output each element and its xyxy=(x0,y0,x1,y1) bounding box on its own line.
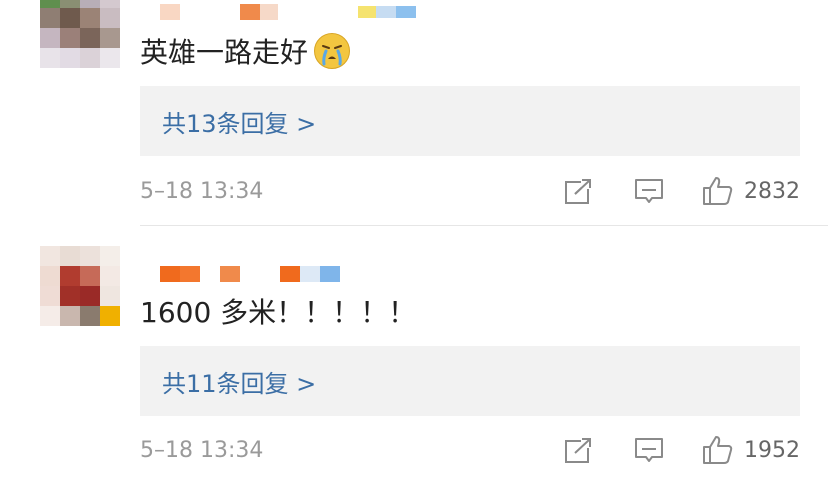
like-button[interactable]: 2832 xyxy=(702,176,800,206)
username-block xyxy=(180,266,200,282)
crying-face-emoji xyxy=(314,33,351,69)
view-replies-button[interactable]: 共11条回复 > xyxy=(140,346,800,416)
username-block xyxy=(376,6,396,18)
username-block xyxy=(160,4,180,20)
comment-timestamp: 5–18 13:34 xyxy=(140,437,264,463)
username-block xyxy=(396,6,416,18)
reply-button[interactable] xyxy=(634,436,664,464)
view-replies-button[interactable]: 共13条回复 > xyxy=(140,86,800,156)
username-block xyxy=(220,266,240,282)
username-block xyxy=(358,6,376,18)
share-icon xyxy=(565,436,594,463)
like-count: 1952 xyxy=(744,437,800,463)
comment-footer: 5–18 13:34 1952 xyxy=(140,434,800,466)
comment-text: 1600 多米！！！！！ xyxy=(140,296,417,329)
comment-actions: 1952 xyxy=(564,434,800,466)
username-block xyxy=(240,4,260,20)
username-blurred[interactable] xyxy=(160,4,416,20)
reply-button[interactable] xyxy=(634,177,664,205)
username-block xyxy=(260,4,278,20)
like-count: 2832 xyxy=(744,178,800,204)
avatar[interactable] xyxy=(40,0,120,68)
replies-count-link[interactable]: 共11条回复 > xyxy=(162,364,316,399)
avatar[interactable] xyxy=(40,246,120,326)
like-button[interactable]: 1952 xyxy=(702,435,800,465)
comment-icon xyxy=(635,438,663,462)
replies-count-link[interactable]: 共13条回复 > xyxy=(162,104,316,139)
comment-icon xyxy=(635,179,663,203)
share-icon xyxy=(565,177,594,204)
thumbs-up-icon xyxy=(703,436,733,464)
username-blurred[interactable] xyxy=(160,266,340,282)
username-block xyxy=(280,266,300,282)
share-button[interactable] xyxy=(564,436,594,464)
username-block xyxy=(160,266,180,282)
share-button[interactable] xyxy=(564,177,594,205)
comment-footer: 5–18 13:34 2832 xyxy=(140,175,800,207)
comment-timestamp: 5–18 13:34 xyxy=(140,178,264,204)
comment-text: 英雄一路走好 xyxy=(140,33,351,71)
comment-actions: 2832 xyxy=(564,175,800,207)
thumbs-up-icon xyxy=(703,177,733,205)
comment-item: 英雄一路走好 共13条回复 > 5–18 13:34 2832 xyxy=(0,0,828,226)
username-block xyxy=(320,266,340,282)
comment-item: 1600 多米！！！！！ 共11条回复 > 5–18 13:34 1952 xyxy=(0,226,828,480)
username-block xyxy=(300,266,320,282)
